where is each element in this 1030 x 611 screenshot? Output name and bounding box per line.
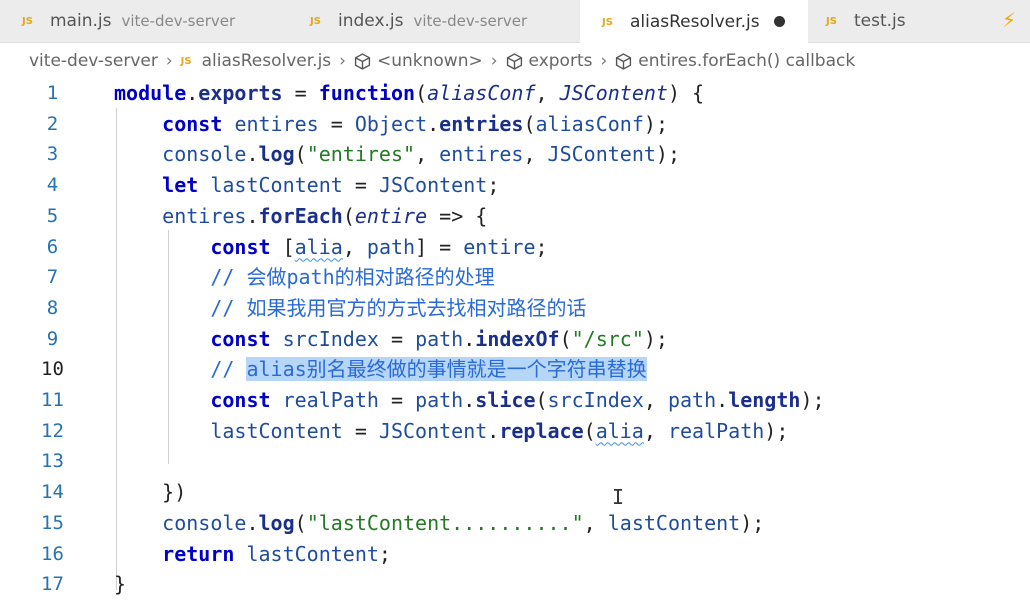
breadcrumb-symbol-exports[interactable]: exports <box>529 51 593 71</box>
code-line[interactable]: 11 const realPath = path.slice(srcIndex,… <box>0 385 1030 415</box>
line-number: 13 <box>41 450 64 473</box>
code-line[interactable]: 9 const srcIndex = path.indexOf("/src"); <box>0 324 1030 354</box>
code-text[interactable]: const [alia, path] = entire; <box>114 232 547 262</box>
line-number: 17 <box>41 573 64 596</box>
code-line[interactable]: 13 <box>0 446 1030 476</box>
chevron-right-icon: › <box>490 51 498 71</box>
code-line[interactable]: 16 return lastContent; <box>0 539 1030 569</box>
tab-label: aliasResolver.js <box>630 11 760 32</box>
code-text[interactable]: // 如果我用官方的方式去找相对路径的话 <box>114 293 586 323</box>
tab-label: main.js <box>50 11 112 31</box>
code-line[interactable]: 12 lastContent = JSContent.replace(alia,… <box>0 416 1030 446</box>
code-text[interactable]: module.exports = function(aliasConf, JSC… <box>114 78 704 108</box>
tab-description: vite-dev-server <box>413 12 528 30</box>
breadcrumb-symbol-callback[interactable]: entires.forEach() callback <box>638 51 855 71</box>
tab-label: index.js <box>338 11 404 31</box>
breadcrumb-symbol-unknown[interactable]: <unknown> <box>377 51 483 71</box>
tab-index-js[interactable]: JS index.js vite-dev-server <box>310 0 527 42</box>
code-text[interactable]: const entires = Object.entries(aliasConf… <box>114 109 668 139</box>
code-text[interactable]: lastContent = JSContent.replace(alia, re… <box>114 416 788 446</box>
js-file-icon: JS <box>22 16 33 27</box>
code-line[interactable]: 14 }) <box>0 477 1030 507</box>
tab-description: vite-dev-server <box>121 12 236 30</box>
code-line[interactable]: 10 // alias别名最终做的事情就是一个字符串替换 <box>0 354 1030 384</box>
breadcrumb-file[interactable]: aliasResolver.js <box>202 51 332 71</box>
line-number: 4 <box>46 174 59 197</box>
line-number: 8 <box>46 296 59 319</box>
code-text[interactable]: return lastContent; <box>114 539 391 569</box>
code-line[interactable]: 1 module.exports = function(aliasConf, JS… <box>0 78 1030 108</box>
line-number: 16 <box>41 542 64 565</box>
code-text[interactable]: // alias别名最终做的事情就是一个字符串替换 <box>114 354 647 384</box>
tab-aliasresolver-js[interactable]: JS aliasResolver.js <box>580 0 808 43</box>
line-number: 7 <box>46 266 59 289</box>
code-editor[interactable]: I 1 module.exports = function(aliasConf, … <box>0 78 1030 611</box>
lightning-icon[interactable]: ⚡ <box>1002 8 1016 32</box>
line-number: 11 <box>41 389 64 411</box>
code-text[interactable]: entires.forEach(entire => { <box>114 201 487 231</box>
line-number: 3 <box>46 143 59 166</box>
js-file-icon: JS <box>826 16 837 27</box>
code-line[interactable]: 3 console.log("entires", entires, JSCont… <box>0 139 1030 169</box>
breadcrumb-folder[interactable]: vite-dev-server <box>29 51 158 71</box>
cube-icon <box>616 52 632 70</box>
chevron-right-icon: › <box>165 51 173 71</box>
code-line[interactable]: 4 let lastContent = JSContent; <box>0 170 1030 200</box>
line-number: 5 <box>46 204 59 227</box>
code-text[interactable]: console.log("entires", entires, JSConten… <box>114 139 680 169</box>
code-text[interactable]: }) <box>114 477 186 507</box>
line-number: 15 <box>41 511 64 534</box>
code-text[interactable]: let lastContent = JSContent; <box>114 170 499 200</box>
code-text[interactable]: } <box>114 569 126 599</box>
code-line[interactable]: 2 const entires = Object.entries(aliasCo… <box>0 109 1030 139</box>
line-number: 1 <box>46 82 59 104</box>
code-text[interactable]: const srcIndex = path.indexOf("/src"); <box>114 324 668 354</box>
line-number: 9 <box>46 327 59 350</box>
js-file-icon: JS <box>180 55 192 67</box>
tab-test-js[interactable]: JS test.js <box>826 0 906 42</box>
js-file-icon: JS <box>310 16 321 27</box>
line-number: 14 <box>41 481 64 504</box>
code-text[interactable]: // 会做path的相对路径的处理 <box>114 262 494 292</box>
line-number: 10 <box>41 358 64 381</box>
line-number: 12 <box>41 419 64 442</box>
code-text[interactable]: const realPath = path.slice(srcIndex, pa… <box>114 385 824 415</box>
breadcrumb: vite-dev-server › JS aliasResolver.js › … <box>0 42 1030 80</box>
chevron-right-icon: › <box>600 51 608 71</box>
cube-icon <box>354 52 371 70</box>
line-number: 2 <box>46 112 59 135</box>
code-line[interactable]: 15 console.log("lastContent..........", … <box>0 508 1030 538</box>
line-number: 6 <box>46 235 59 258</box>
code-line[interactable]: 6 const [alia, path] = entire; <box>0 232 1030 262</box>
code-text[interactable]: console.log("lastContent..........", las… <box>114 508 764 538</box>
tab-bar: JS main.js vite-dev-server JS index.js v… <box>0 0 1030 43</box>
unsaved-dot-icon[interactable] <box>773 16 785 27</box>
code-line[interactable]: 5 entires.forEach(entire => { <box>0 201 1030 231</box>
tab-main-js[interactable]: JS main.js vite-dev-server <box>22 0 235 42</box>
tab-label: test.js <box>854 11 906 31</box>
js-file-icon: JS <box>602 16 613 28</box>
code-line[interactable]: 7 // 会做path的相对路径的处理 <box>0 262 1030 292</box>
code-line[interactable]: 17} <box>0 569 1030 599</box>
cube-icon <box>506 52 522 70</box>
code-line[interactable]: 8 // 如果我用官方的方式去找相对路径的话 <box>0 293 1030 323</box>
chevron-right-icon: › <box>339 51 346 71</box>
